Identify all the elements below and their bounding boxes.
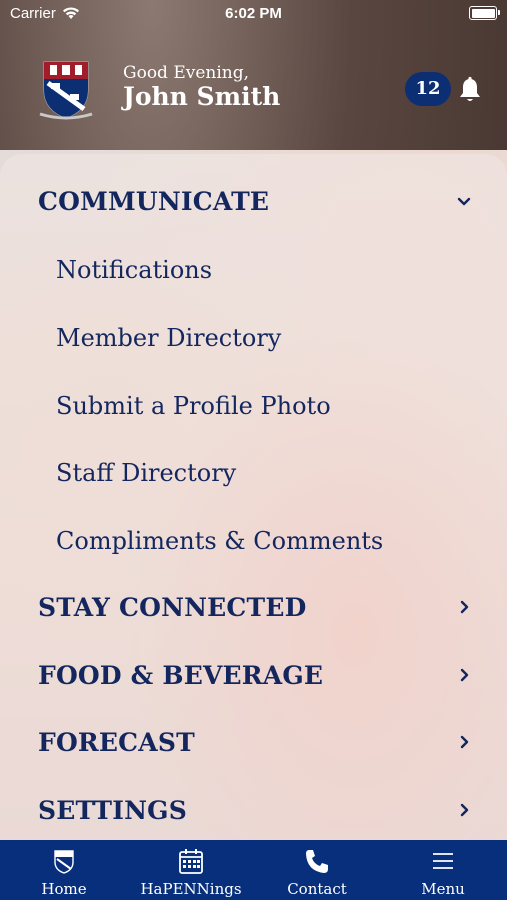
phone-icon bbox=[306, 850, 328, 873]
calendar-icon bbox=[179, 849, 203, 874]
menu-item-label: Notifications bbox=[56, 256, 213, 284]
section-label: COMMUNICATE bbox=[38, 187, 270, 216]
menu-item-label: Member Directory bbox=[56, 324, 282, 352]
menu-panel: COMMUNICATE Notifications Member Directo… bbox=[0, 154, 507, 840]
hamburger-icon bbox=[433, 853, 453, 869]
section-label: SETTINGS bbox=[38, 796, 187, 825]
battery-icon bbox=[469, 6, 500, 20]
menu-item-member-directory[interactable]: Member Directory bbox=[0, 308, 507, 368]
chevron-right-icon bbox=[460, 803, 469, 817]
menu-section-settings[interactable]: SETTINGS bbox=[0, 781, 507, 841]
user-name: John Smith bbox=[123, 82, 281, 111]
chevron-right-icon bbox=[460, 600, 469, 614]
menu-item-staff-directory[interactable]: Staff Directory bbox=[0, 443, 507, 503]
menu-item-label: Staff Directory bbox=[56, 459, 237, 487]
menu-section-stay-connected[interactable]: STAY CONNECTED bbox=[0, 578, 507, 638]
tab-home[interactable]: Home bbox=[4, 840, 124, 900]
club-crest-logo bbox=[39, 61, 93, 120]
tab-contact[interactable]: Contact bbox=[257, 840, 377, 900]
tab-label: Home bbox=[41, 880, 87, 898]
notification-count-badge[interactable]: 12 bbox=[405, 72, 451, 106]
menu-item-label: Compliments & Comments bbox=[56, 527, 384, 555]
greeting-text: Good Evening, bbox=[123, 63, 250, 83]
menu-section-forecast[interactable]: FORECAST bbox=[0, 713, 507, 773]
section-label: STAY CONNECTED bbox=[38, 593, 307, 622]
menu-item-label: Submit a Profile Photo bbox=[56, 392, 331, 420]
tab-label: Menu bbox=[421, 880, 465, 898]
menu-section-food-beverage[interactable]: FOOD & BEVERAGE bbox=[0, 646, 507, 706]
tab-bar: Home HaPENNings Contact Menu bbox=[0, 840, 507, 900]
tab-happennings[interactable]: HaPENNings bbox=[131, 840, 251, 900]
chevron-right-icon bbox=[460, 735, 469, 749]
chevron-down-icon bbox=[457, 197, 471, 206]
menu-section-communicate[interactable]: COMMUNICATE bbox=[0, 172, 507, 232]
chevron-right-icon bbox=[460, 668, 469, 682]
menu-item-submit-profile-photo[interactable]: Submit a Profile Photo bbox=[0, 376, 507, 436]
tab-menu[interactable]: Menu bbox=[383, 840, 503, 900]
menu-item-notifications[interactable]: Notifications bbox=[0, 240, 507, 300]
menu-item-compliments-comments[interactable]: Compliments & Comments bbox=[0, 511, 507, 571]
clock: 6:02 PM bbox=[225, 5, 282, 22]
crest-icon bbox=[54, 850, 74, 874]
status-bar: Carrier 6:02 PM bbox=[0, 0, 507, 30]
section-label: FOOD & BEVERAGE bbox=[38, 661, 324, 690]
tab-label: Contact bbox=[287, 880, 347, 898]
bell-icon[interactable] bbox=[458, 76, 482, 104]
section-label: FORECAST bbox=[38, 728, 195, 757]
tab-label: HaPENNings bbox=[140, 880, 242, 898]
